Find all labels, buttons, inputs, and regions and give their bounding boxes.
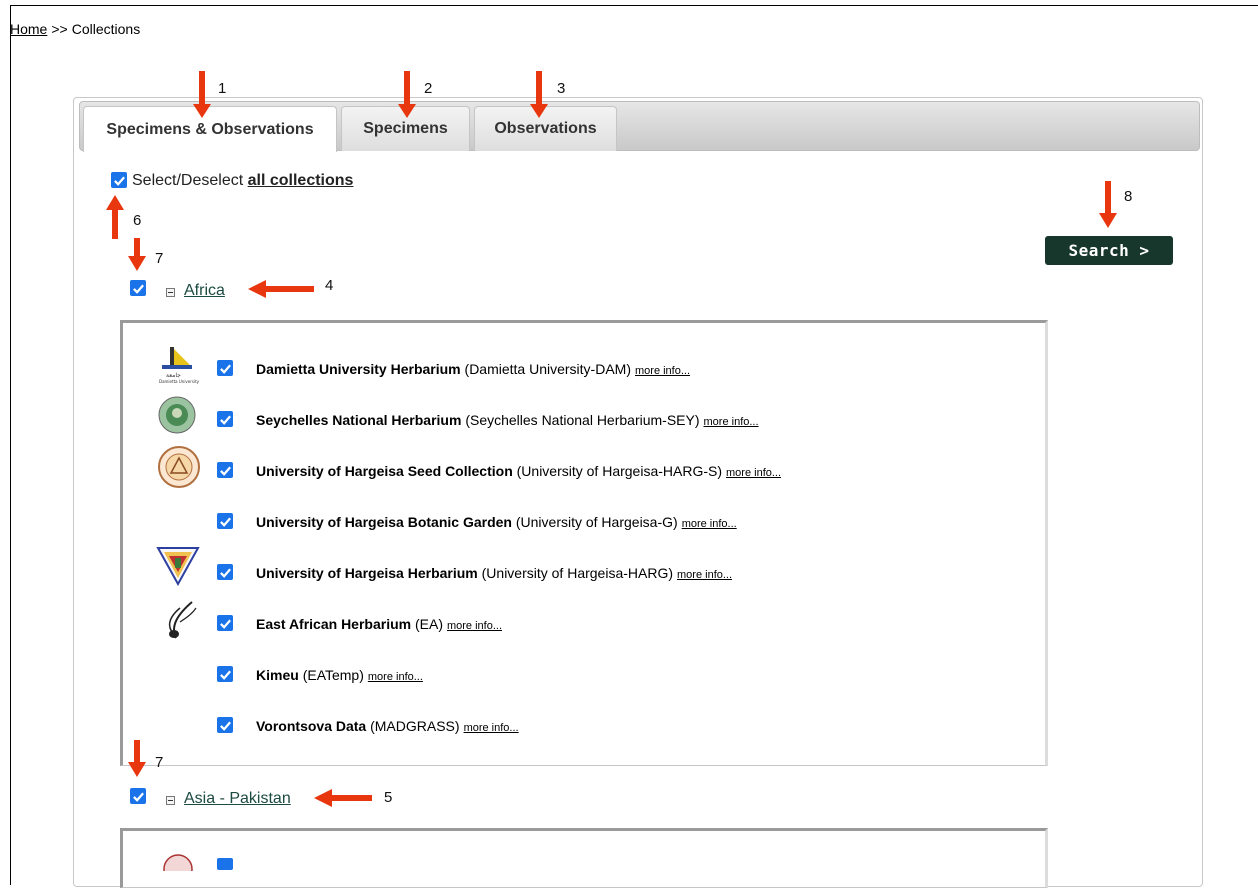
annotation-number-3: 3 (557, 80, 566, 97)
annotation-number-8: 8 (1124, 188, 1133, 205)
annotation-number-5: 5 (384, 789, 393, 806)
annotation-arrow-7b (128, 740, 146, 777)
annotation-number-1: 1 (218, 80, 227, 97)
annotation-arrow-6 (106, 195, 124, 239)
annotation-number-2: 2 (424, 80, 433, 97)
annotation-number-7: 7 (155, 754, 164, 771)
annotation-arrow-3 (530, 71, 548, 118)
annotation-number-4: 4 (325, 277, 334, 294)
annotation-arrow-1 (193, 71, 211, 118)
annotation-overlay (106, 71, 1117, 807)
annotation-arrow-7a (128, 238, 146, 271)
annotation-arrow-8 (1099, 181, 1117, 228)
annotation-arrow-5 (314, 789, 372, 807)
annotation-arrow-4 (248, 280, 314, 298)
annotation-number-6: 6 (133, 212, 142, 229)
annotation-number-7: 7 (155, 250, 164, 267)
annotation-arrow-2 (398, 71, 416, 118)
